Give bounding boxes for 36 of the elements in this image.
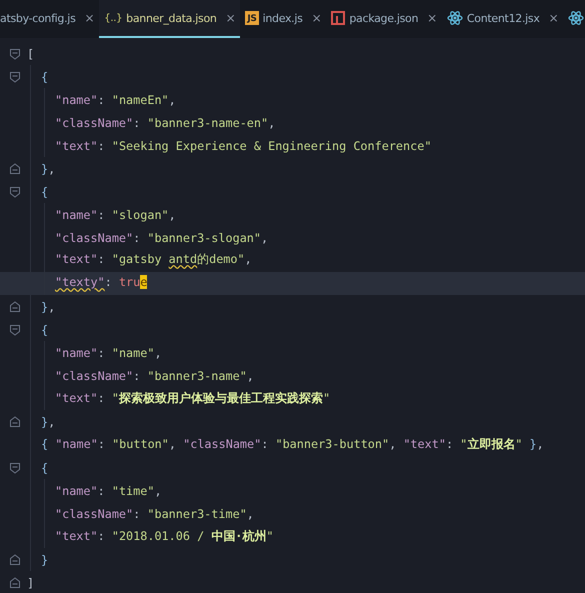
code-line: "className": "banner3-time",: [54, 506, 254, 520]
code-line: },: [40, 414, 56, 428]
code-line: }: [40, 552, 48, 566]
js-icon: JS: [245, 11, 259, 25]
code-line: {: [40, 184, 48, 198]
code-line: "text": "Seeking Experience & Engineering Conference": [54, 138, 432, 152]
code-line: "name": "nameEn",: [54, 92, 176, 106]
code-line: "text": "gatsby antd的demo",: [54, 252, 252, 268]
code-line: "texty": true: [54, 274, 148, 290]
close-icon[interactable]: ×: [226, 11, 236, 25]
json-icon: {..}: [104, 12, 122, 24]
code-line: "name": "name",: [54, 346, 162, 360]
code-line: },: [40, 162, 56, 176]
code-line: [: [27, 46, 34, 60]
code-line: "className": "banner3-name-en",: [54, 116, 276, 130]
close-icon[interactable]: ×: [548, 11, 558, 25]
code-line: { "name": "button", "className": "banner3-button", "text": "立即报名" },: [40, 436, 544, 452]
code-line: "text": "探索极致用户体验与最佳工程实践探索": [54, 390, 330, 406]
tab[interactable]: Content12.jsx ×: [442, 0, 564, 38]
close-icon[interactable]: ×: [427, 11, 437, 25]
code-line: "className": "banner3-slogan",: [54, 230, 268, 244]
code-line: {: [40, 70, 48, 84]
code-line: "name": "slogan",: [54, 208, 176, 222]
code-line: {: [40, 322, 48, 336]
close-icon[interactable]: ×: [312, 11, 322, 25]
code-line: "className": "banner3-name",: [54, 368, 254, 382]
close-icon[interactable]: ×: [84, 11, 94, 25]
code-line: },: [40, 300, 56, 314]
code-line: "text": "2018.01.06 / 中国·杭州": [54, 528, 274, 544]
code-line: {: [40, 460, 48, 474]
tab[interactable]: {..} banner_data.json ×: [99, 0, 240, 38]
tab[interactable]: atsby-config.js ×: [0, 0, 100, 38]
tab[interactable]: JS index.js ×: [240, 0, 326, 38]
code-line: "name": "time",: [54, 484, 162, 498]
code-line: ]: [27, 576, 34, 590]
tab[interactable]: package.json ×: [326, 0, 442, 38]
